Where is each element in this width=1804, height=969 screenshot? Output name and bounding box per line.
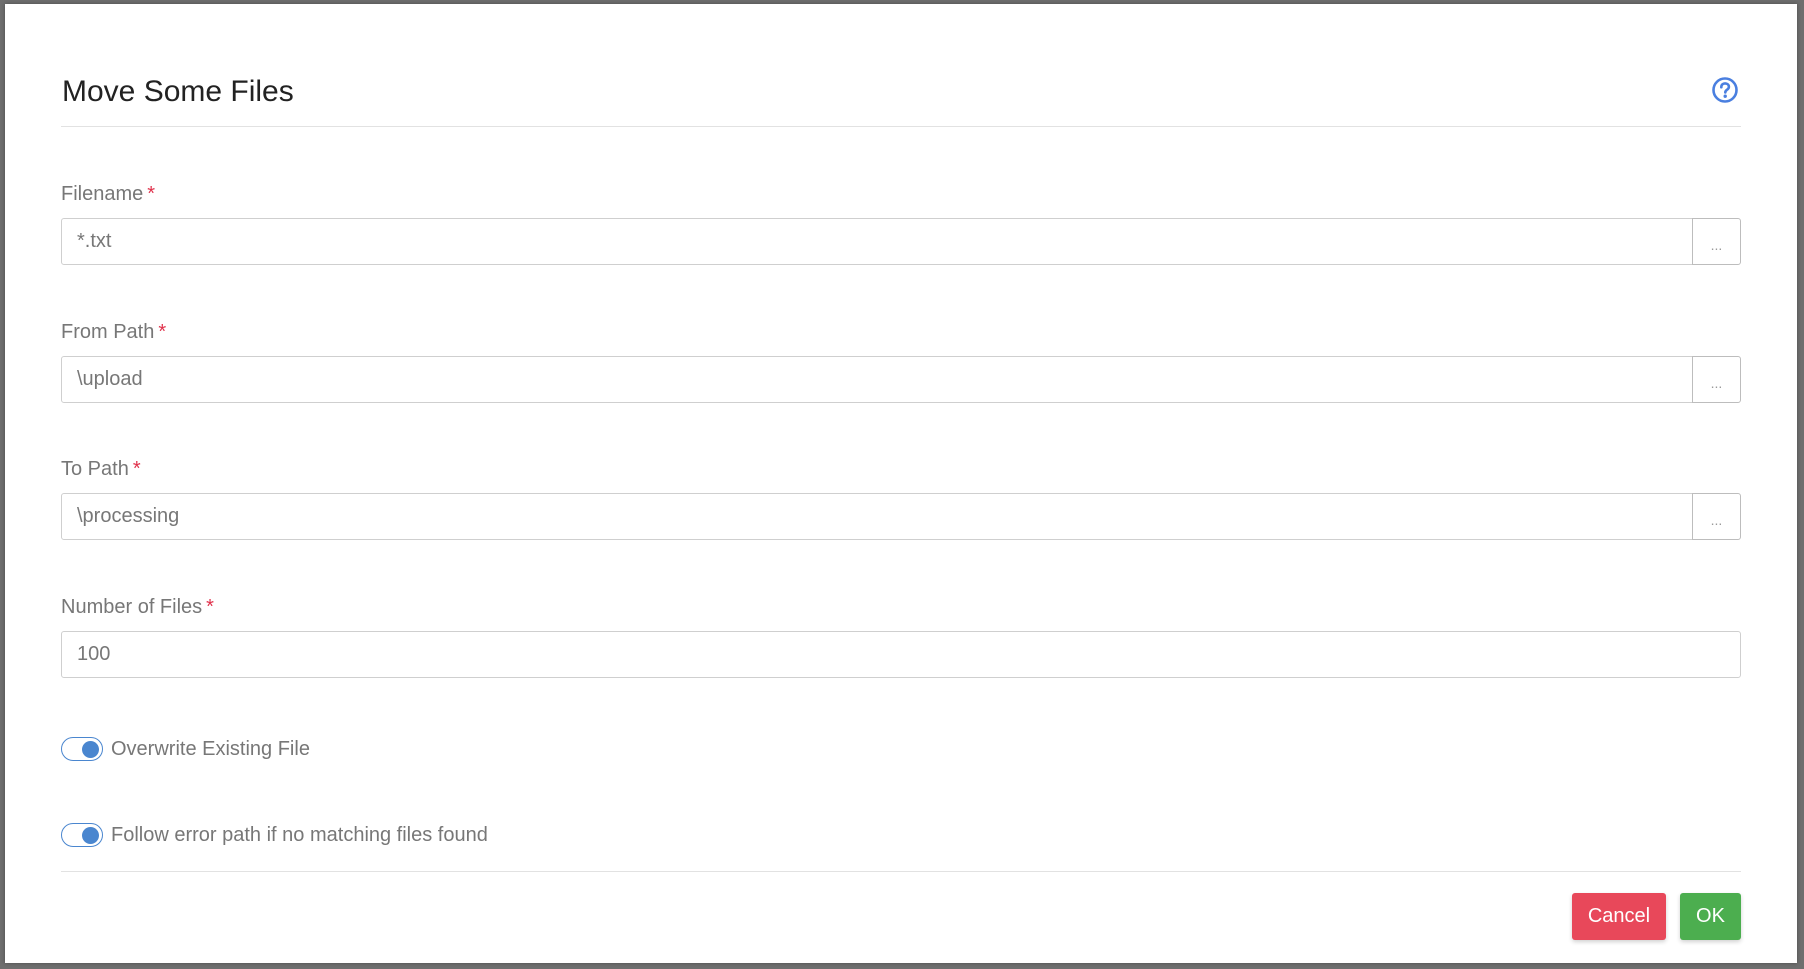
toggle-knob	[82, 740, 99, 758]
number-of-files-input-group	[61, 631, 1741, 678]
filename-input[interactable]	[61, 218, 1693, 265]
to-path-browse-button[interactable]: ...	[1692, 493, 1741, 540]
filename-browse-button[interactable]: ...	[1692, 218, 1741, 265]
required-marker: *	[147, 183, 156, 205]
header-divider	[61, 126, 1741, 127]
overwrite-existing-file-toggle[interactable]	[61, 737, 103, 761]
from-path-input-group: ...	[61, 356, 1741, 403]
help-icon[interactable]	[1711, 76, 1739, 104]
footer-divider	[61, 871, 1741, 872]
filename-label-text: Filename	[61, 183, 144, 205]
filename-input-group: ...	[61, 218, 1741, 265]
overwrite-toggle-label: Overwrite Existing File	[111, 737, 310, 760]
from-path-label: From Path *	[61, 320, 166, 344]
to-path-label-text: To Path	[61, 458, 129, 480]
follow-error-path-toggle[interactable]	[61, 823, 103, 847]
filename-label: Filename *	[61, 182, 155, 206]
from-path-browse-button[interactable]: ...	[1692, 356, 1741, 403]
cancel-button[interactable]: Cancel	[1572, 893, 1666, 940]
required-marker: *	[206, 596, 214, 618]
toggle-knob	[82, 826, 99, 844]
required-marker: *	[132, 458, 141, 480]
number-of-files-input[interactable]	[61, 631, 1741, 678]
to-path-input-group: ...	[61, 493, 1741, 540]
number-of-files-label: Number of Files *	[61, 595, 214, 619]
from-path-label-text: From Path	[61, 321, 155, 343]
to-path-input[interactable]	[61, 493, 1693, 540]
from-path-input[interactable]	[61, 356, 1693, 403]
follow-error-path-toggle-row: Follow error path if no matching files f…	[61, 821, 488, 849]
move-files-dialog: Move Some Files Filename* ... From Path*…	[5, 4, 1797, 963]
to-path-label: To Path *	[61, 457, 141, 481]
number-of-files-label-text: Number of Files	[61, 596, 203, 618]
dialog-title: Move Some Files	[62, 75, 294, 108]
overwrite-toggle-row: Overwrite Existing File	[61, 735, 310, 763]
ok-button[interactable]: OK	[1680, 893, 1741, 940]
required-marker: *	[158, 321, 167, 343]
follow-error-path-toggle-label: Follow error path if no matching files f…	[111, 823, 488, 846]
